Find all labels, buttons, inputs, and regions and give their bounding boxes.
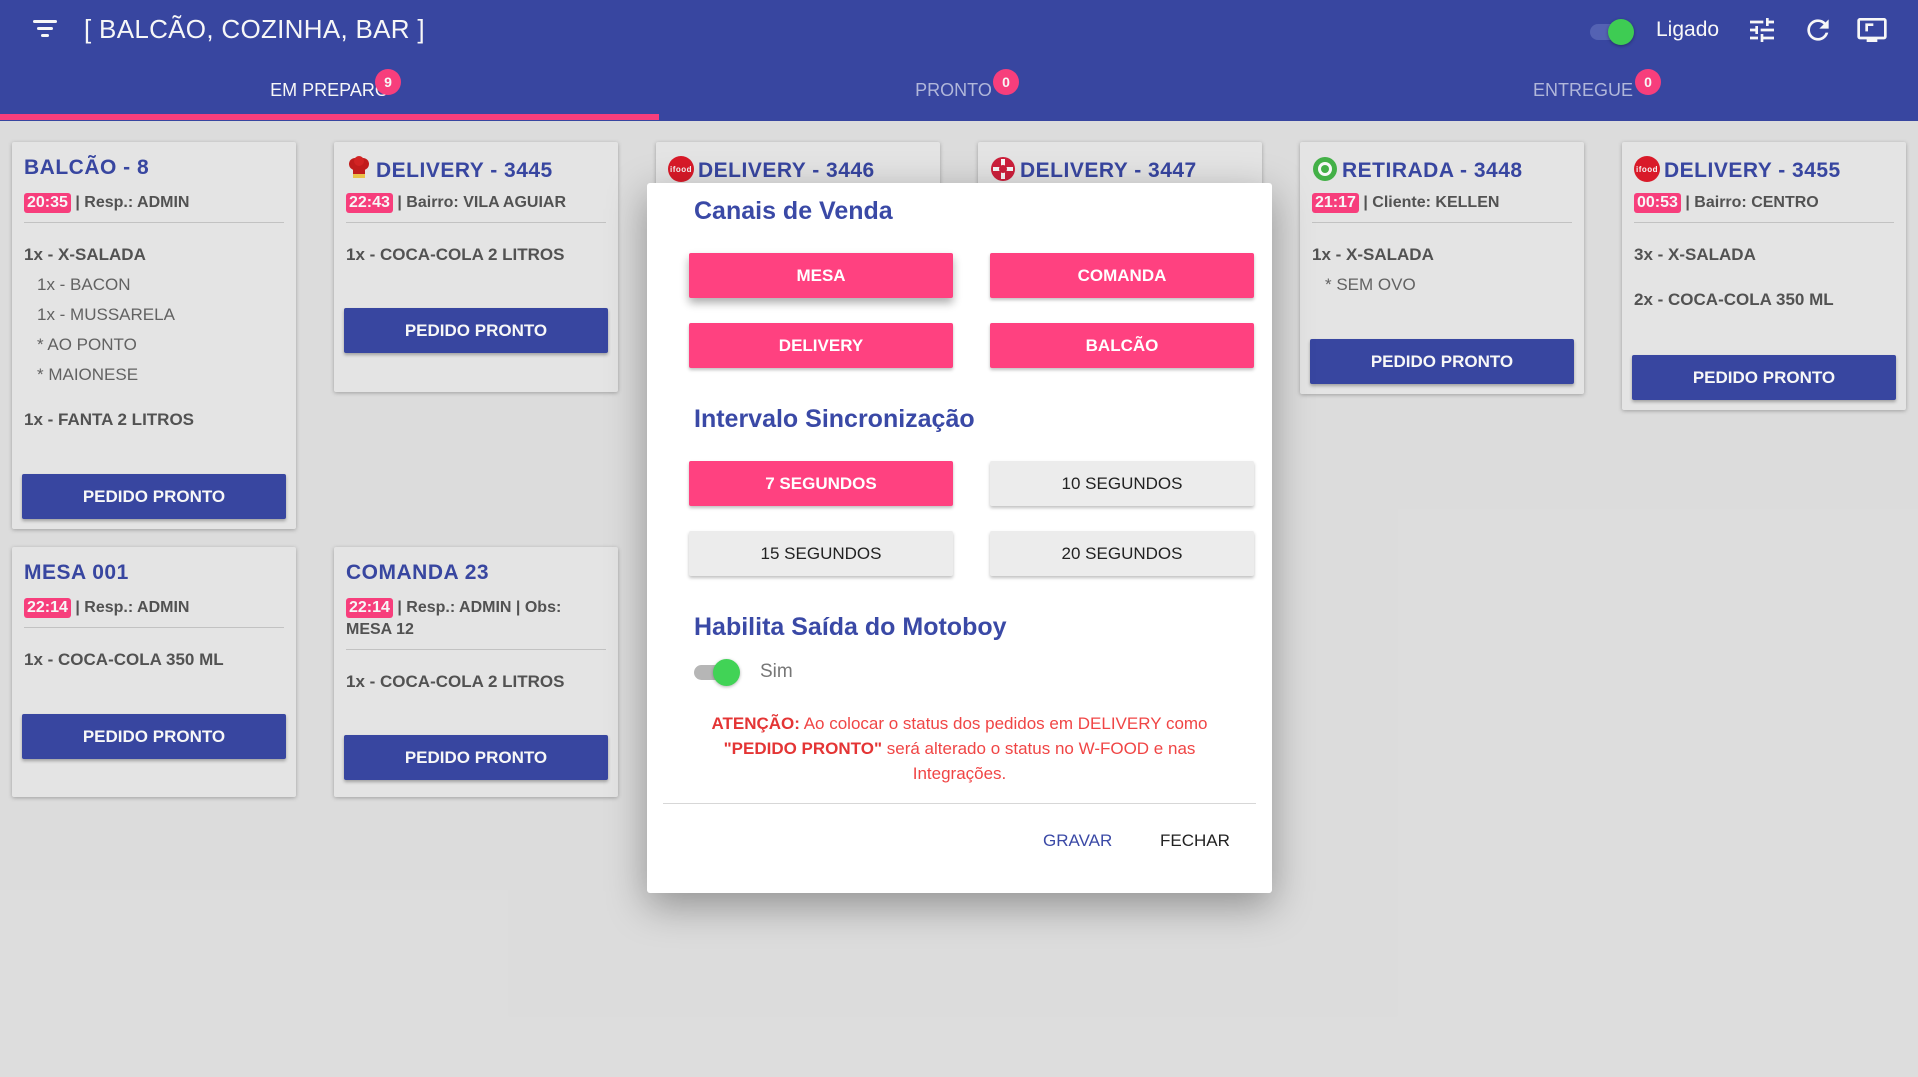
warning-strong: "PEDIDO PRONTO" [723, 739, 883, 758]
warning-message: ATENÇÃO: Ao colocar o status dos pedidos… [687, 711, 1232, 786]
interval-10s-button[interactable]: 10 SEGUNDOS [990, 461, 1254, 506]
motoboy-toggle-label: Sim [760, 661, 793, 682]
close-button[interactable]: FECHAR [1160, 831, 1230, 851]
motoboy-heading: Habilita Saída do Motoboy [694, 613, 1007, 641]
save-button[interactable]: GRAVAR [1043, 831, 1112, 851]
dialog-divider [663, 803, 1256, 804]
channels-heading: Canais de Venda [694, 197, 893, 225]
warning-strong: ATENÇÃO: [711, 714, 800, 733]
channel-mesa-button[interactable]: MESA [689, 253, 953, 298]
interval-heading: Intervalo Sincronização [694, 405, 975, 433]
interval-7s-button[interactable]: 7 SEGUNDOS [689, 461, 953, 506]
warning-text: será alterado o status no W-FOOD e nas I… [882, 739, 1196, 783]
channel-delivery-button[interactable]: DELIVERY [689, 323, 953, 368]
interval-20s-button[interactable]: 20 SEGUNDOS [990, 531, 1254, 576]
channel-balcao-button[interactable]: BALCÃO [990, 323, 1254, 368]
settings-dialog: Canais de Venda MESA COMANDA DELIVERY BA… [647, 183, 1272, 893]
motoboy-toggle[interactable] [694, 659, 740, 686]
channel-comanda-button[interactable]: COMANDA [990, 253, 1254, 298]
interval-15s-button[interactable]: 15 SEGUNDOS [689, 531, 953, 576]
warning-text: Ao colocar o status dos pedidos em DELIV… [799, 714, 1208, 733]
